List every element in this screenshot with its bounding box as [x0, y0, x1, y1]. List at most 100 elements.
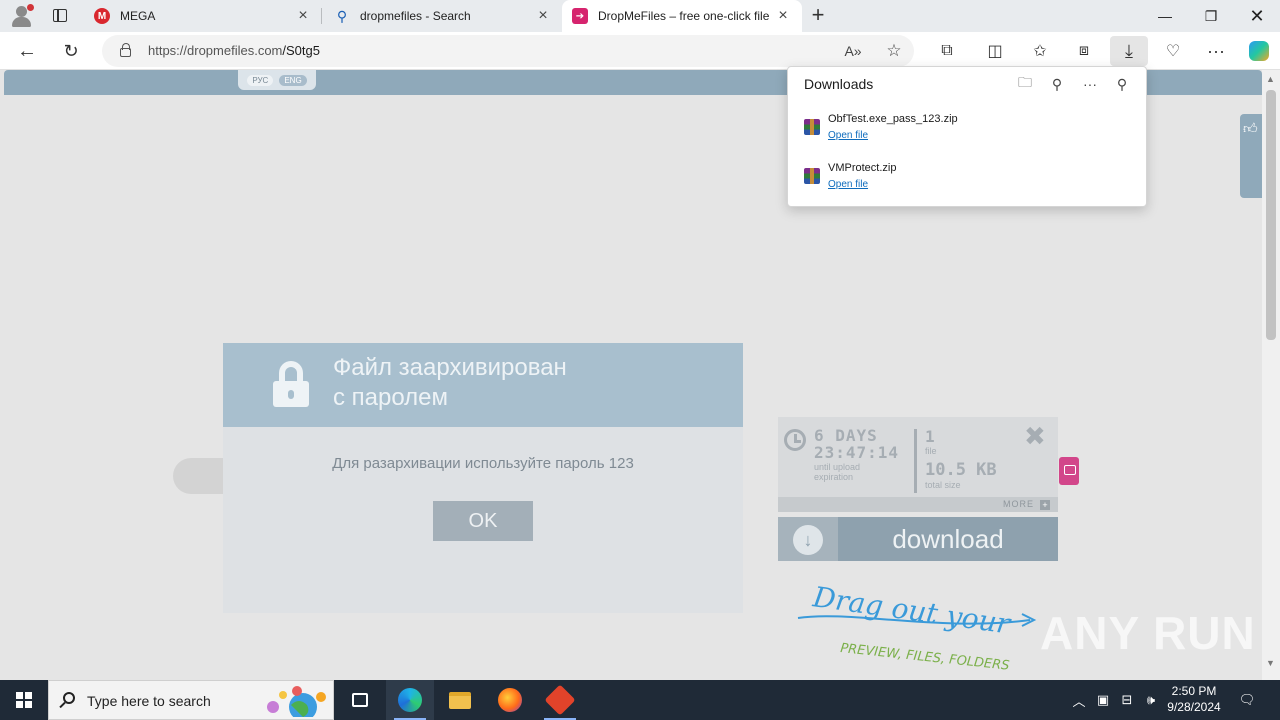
close-tab-icon[interactable]: × — [774, 7, 792, 25]
file-info-panel: 6 DAYS 23:47:14 until upload expiration … — [778, 417, 1058, 512]
drag-subtext: PREVIEW, FILES, FOLDERS — [840, 641, 1010, 674]
padlock-icon — [273, 361, 309, 407]
thumbs-up-icon: 👍︎ — [1243, 120, 1258, 136]
download-button[interactable]: ↓ download — [778, 517, 1058, 561]
like-widget[interactable]: 👍︎ — [1240, 114, 1262, 198]
language-switcher: РУС ENG — [238, 70, 316, 90]
scroll-up-icon[interactable]: ▲ — [1266, 74, 1275, 84]
download-filename: VMProtect.zip — [828, 162, 897, 174]
more-options-icon[interactable]: ··· — [1078, 73, 1102, 95]
lang-en[interactable]: ENG — [279, 74, 307, 86]
close-tab-icon[interactable]: × — [534, 7, 552, 25]
new-tab-button[interactable]: + — [806, 4, 830, 28]
scroll-thumb[interactable] — [1266, 90, 1276, 340]
profile-avatar-icon[interactable] — [8, 4, 36, 28]
tray-app-icon[interactable]: ▣ — [1094, 680, 1112, 720]
open-file-link[interactable]: Open file — [828, 179, 868, 190]
open-folder-icon[interactable]: 🗀 — [1013, 73, 1037, 95]
clock-icon — [784, 429, 806, 451]
taskbar-search[interactable]: Type here to search — [48, 680, 334, 720]
taskbar: Type here to search ︿ ▣ ⊟ 🕪︎ 2:50 PM 9/2… — [0, 680, 1280, 720]
url-text[interactable]: https://dropmefiles.com/S0tg5 — [148, 43, 320, 58]
tab-title: DropMeFiles – free one-click file — [598, 9, 770, 23]
downloads-panel: Downloads 🗀 ⚲ ··· ⚲ ObfTest.exe_pass_123… — [787, 66, 1147, 207]
edge-taskbar-icon[interactable] — [386, 680, 434, 720]
download-filename: ObfTest.exe_pass_123.zip — [828, 113, 958, 125]
notification-icon[interactable]: 🗨︎ — [1236, 680, 1258, 720]
password-dialog: Файл заархивирован с паролем Для разархи… — [223, 343, 743, 613]
split-screen-icon[interactable]: ◫ — [980, 36, 1010, 66]
archive-file-icon — [804, 168, 820, 184]
tab-mega[interactable]: M MEGA × — [84, 0, 322, 32]
tab-title: MEGA — [120, 9, 156, 23]
search-highlight-icon — [267, 686, 326, 717]
download-arrow-icon: ↓ — [793, 525, 823, 555]
copilot-icon[interactable] — [1244, 36, 1274, 66]
dialog-message: Для разархивации используйте пароль 123 — [332, 455, 634, 472]
network-icon[interactable]: ⊟ — [1118, 680, 1136, 720]
open-file-link[interactable]: Open file — [828, 130, 868, 141]
dropmefiles-icon: ➔ — [572, 8, 588, 24]
anyrun-watermark: ANY RUN — [1040, 607, 1256, 659]
downloads-title: Downloads — [804, 76, 874, 92]
downloads-icon[interactable]: ⤓ — [1110, 36, 1148, 66]
page-scrollbar[interactable]: ▲ ▼ — [1262, 70, 1280, 680]
minimize-button[interactable]: — — [1142, 0, 1188, 32]
close-icon[interactable]: ✖ — [1024, 421, 1046, 452]
volume-icon[interactable]: 🕪︎ — [1142, 680, 1160, 720]
mega-icon: M — [94, 8, 110, 24]
more-label: MORE — [1003, 499, 1034, 509]
task-view-icon[interactable] — [336, 680, 384, 720]
expiration-time: 6 DAYS 23:47:14 until upload expiration — [814, 426, 900, 482]
app-taskbar-icon[interactable] — [536, 680, 584, 720]
ok-button[interactable]: OK — [433, 501, 533, 541]
browser-essentials-icon[interactable]: ♡ — [1158, 36, 1188, 66]
close-window-button[interactable]: ✕ — [1234, 0, 1280, 32]
tab-strip: M MEGA × ⚲ dropmefiles - Search × ➔ Drop… — [0, 0, 1280, 32]
divider — [914, 429, 917, 493]
tab-title: dropmefiles - Search — [360, 9, 471, 23]
drag-out-banner: Drag out your PREVIEW, FILES, FOLDERS — [797, 580, 1037, 674]
read-aloud-icon[interactable]: A» — [842, 40, 864, 62]
favorites-icon[interactable]: ✩ — [1025, 36, 1055, 66]
pin-icon[interactable]: ⚲ — [1110, 73, 1134, 95]
firefox-icon[interactable] — [486, 680, 534, 720]
archive-file-icon — [804, 119, 820, 135]
extensions-icon[interactable]: ⧉ — [932, 36, 962, 66]
more-menu-icon[interactable]: ··· — [1201, 36, 1231, 66]
tab-search[interactable]: ⚲ dropmefiles - Search × — [324, 0, 562, 32]
dialog-title: Файл заархивирован с паролем — [333, 354, 567, 411]
collections-icon[interactable]: ⧈ — [1069, 36, 1099, 66]
dialog-header: Файл заархивирован с паролем — [223, 343, 743, 427]
search-icon — [63, 692, 75, 704]
file-count: 1 file — [925, 427, 937, 456]
download-label: download — [892, 523, 1004, 554]
total-size: 10.5 KB total size — [925, 460, 997, 490]
more-bar[interactable]: MORE + — [778, 497, 1058, 512]
scroll-down-icon[interactable]: ▼ — [1266, 658, 1275, 668]
refresh-button[interactable]: ↻ — [56, 36, 86, 66]
search-downloads-icon[interactable]: ⚲ — [1045, 73, 1069, 95]
tray-chevron-icon[interactable]: ︿ — [1070, 680, 1088, 720]
back-button[interactable]: ← — [12, 36, 42, 66]
start-button[interactable] — [0, 680, 48, 720]
chat-icon[interactable] — [1059, 457, 1079, 485]
browser-toolbar: ← ↻ https://dropmefiles.com/S0tg5 A» ☆ ⧉… — [0, 32, 1280, 70]
lock-icon[interactable] — [120, 43, 131, 57]
lang-ru[interactable]: РУС — [247, 74, 274, 86]
favorite-star-icon[interactable]: ☆ — [883, 40, 905, 62]
drag-text: Drag out your — [810, 580, 1014, 641]
search-placeholder: Type here to search — [87, 693, 211, 709]
tab-dropmefiles[interactable]: ➔ DropMeFiles – free one-click file × — [562, 0, 802, 32]
restore-button[interactable]: ❐ — [1188, 0, 1234, 32]
close-tab-icon[interactable]: × — [294, 7, 312, 25]
file-explorer-icon[interactable] — [436, 680, 484, 720]
tab-actions-icon[interactable] — [46, 4, 74, 28]
address-bar[interactable]: https://dropmefiles.com/S0tg5 A» ☆ — [102, 35, 914, 67]
download-item[interactable]: VMProtect.zip Open file — [804, 160, 1134, 200]
taskbar-clock[interactable]: 2:50 PM 9/28/2024 — [1160, 683, 1228, 715]
windows-icon — [16, 692, 32, 708]
download-item[interactable]: ObfTest.exe_pass_123.zip Open file — [804, 111, 1134, 151]
search-icon: ⚲ — [336, 7, 348, 24]
plus-icon: + — [1040, 500, 1050, 510]
